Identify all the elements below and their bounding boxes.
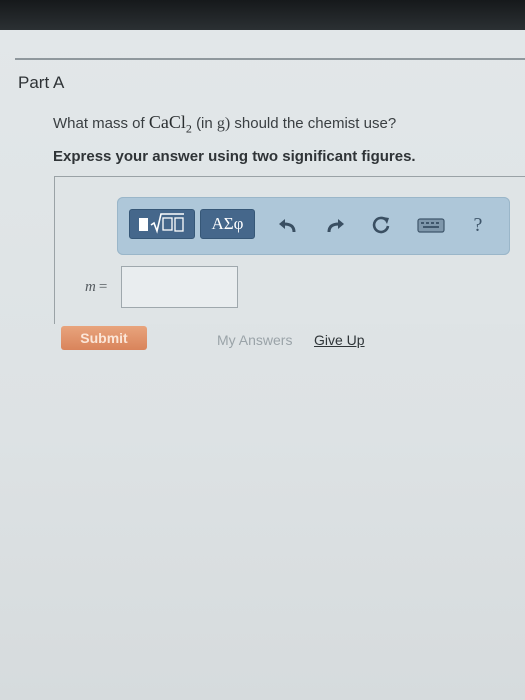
help-button[interactable]: ? [465,212,491,238]
instruction-text: Express your answer using two significan… [53,148,416,165]
templates-button[interactable] [129,209,195,239]
compound-base: CaCl [148,112,186,132]
reset-button[interactable] [367,212,395,238]
window-top-bar [0,0,525,30]
unit-open: (in [196,115,213,132]
redo-icon [327,219,344,233]
equals-sign: = [98,279,108,295]
answer-input[interactable] [121,266,238,308]
templates-icon [139,213,184,234]
compound-formula: CaCl2 [148,112,192,136]
keyboard-button[interactable] [415,212,447,238]
question-text: What mass of CaCl2 (in g) should the che… [53,112,396,137]
unit-symbol: g [216,115,225,132]
my-answers-link[interactable]: My Answers [217,332,292,348]
undo-button[interactable] [275,212,301,238]
reset-icon [372,216,390,234]
part-title: Part A [18,73,65,92]
give-up-link[interactable]: Give Up [314,332,365,348]
answer-variable-label: m = [85,279,107,296]
question-suffix: should the chemist use? [234,115,397,132]
unit-close: ) [224,115,231,132]
math-toolbar: ΑΣφ ? [117,197,510,255]
submit-button[interactable]: Submit [61,326,147,350]
keyboard-icon [417,218,445,233]
compound-subscript: 2 [185,121,192,136]
question-prefix: What mass of [53,115,145,132]
greek-symbols-button[interactable]: ΑΣφ [200,209,255,239]
redo-button[interactable] [322,212,348,238]
undo-icon [279,219,296,233]
variable-symbol: m [85,279,96,295]
section-divider [15,58,525,60]
